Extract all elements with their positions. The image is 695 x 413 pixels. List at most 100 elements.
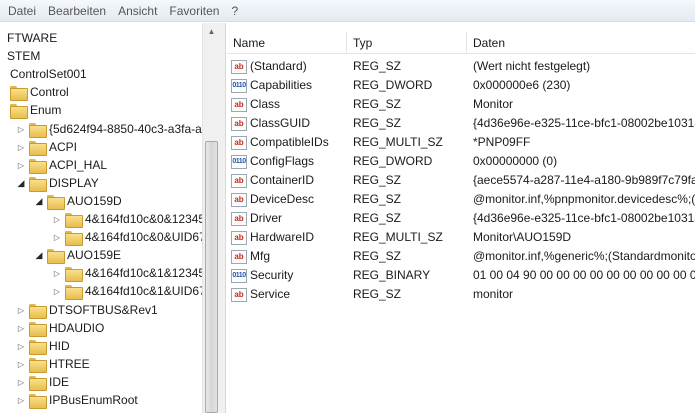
expand-arrow-icon[interactable]: ▷ xyxy=(16,355,26,374)
value-row[interactable]: ab DeviceDesc REG_SZ @monitor.inf,%pnpmonit… xyxy=(227,190,695,209)
expand-arrow-icon[interactable]: ▷ xyxy=(16,337,26,356)
menu-item[interactable]: ? xyxy=(225,1,244,21)
value-row[interactable]: 0110 ConfigFlags REG_DWORD 0x00000000 (0) xyxy=(227,152,695,171)
tree-item-label: 4&164fd10c&0&UID67 xyxy=(85,230,202,245)
folder-icon xyxy=(47,194,65,210)
tree-item[interactable]: ◢ DISPLAY xyxy=(16,174,99,193)
scroll-up-arrow-icon[interactable]: ▲ xyxy=(203,23,220,40)
tree-item[interactable]: ▷ HDAUDIO xyxy=(16,319,104,338)
tree-item[interactable]: ControlSet001 xyxy=(10,65,87,84)
pane-splitter[interactable] xyxy=(219,23,226,413)
value-name-cell: ab Driver xyxy=(227,209,347,228)
value-type: REG_DWORD xyxy=(353,78,433,92)
value-type: REG_SZ xyxy=(353,249,402,263)
tree-item[interactable]: ◢ AUO159D xyxy=(34,192,122,211)
menu-item[interactable]: Datei xyxy=(0,1,42,21)
string-value-icon: ab xyxy=(231,116,247,131)
collapse-arrow-icon[interactable]: ◢ xyxy=(34,192,44,211)
binary-value-icon: 0110 xyxy=(231,268,247,283)
list-header: Name Typ Daten xyxy=(227,32,695,54)
expand-arrow-icon[interactable]: ▷ xyxy=(16,373,26,392)
tree-item-label: HTREE xyxy=(49,356,90,371)
expand-arrow-icon[interactable]: ▷ xyxy=(16,391,26,410)
value-row[interactable]: ab Mfg REG_SZ @monitor.inf,%generic%;(Stand… xyxy=(227,247,695,266)
tree-item-label: 4&164fd10c&1&12345 xyxy=(85,266,202,281)
value-name: ContainerID xyxy=(250,173,315,187)
scrollbar-thumb[interactable] xyxy=(205,141,218,413)
string-value-icon: ab xyxy=(231,135,247,150)
expand-arrow-icon[interactable]: ▷ xyxy=(52,228,62,247)
tree-item[interactable]: ▷ HID xyxy=(16,337,70,356)
value-type: REG_SZ xyxy=(353,116,402,130)
value-name: Capabilities xyxy=(250,78,313,92)
folder-icon xyxy=(29,394,47,409)
value-row[interactable]: ab Driver REG_SZ {4d36e96e-e325-11ce-bfc1-0… xyxy=(227,209,695,228)
tree-item[interactable]: ▷ 4&164fd10c&0&12345 xyxy=(52,210,202,229)
tree-item[interactable]: Control xyxy=(10,83,69,102)
tree-item[interactable]: ▷ ACPI_HAL xyxy=(16,156,107,175)
tree-item[interactable]: ▷ HTREE xyxy=(16,355,90,374)
tree-item-label: HDAUDIO xyxy=(49,320,105,335)
expand-arrow-icon[interactable]: ▷ xyxy=(16,319,26,338)
tree-item[interactable]: ▷ 4&164fd10c&1&12345 xyxy=(52,264,202,283)
value-row[interactable]: 0110 Capabilities REG_DWORD 0x000000e6 (230… xyxy=(227,76,695,95)
value-name-cell: ab ClassGUID xyxy=(227,114,347,133)
binary-value-icon: 0110 xyxy=(231,154,247,169)
expand-arrow-icon[interactable]: ▷ xyxy=(52,282,62,301)
tree-item[interactable]: FTWARE xyxy=(7,29,57,48)
tree-item[interactable]: ▷ DTSOFTBUS&Rev1 xyxy=(16,301,158,320)
value-row[interactable]: ab (Standard) REG_SZ (Wert nicht festgelegt… xyxy=(227,57,695,76)
string-value-icon: ab xyxy=(231,173,247,188)
folder-icon xyxy=(29,303,47,319)
tree-item[interactable]: Enum xyxy=(10,101,61,120)
tree-item[interactable]: ◢ AUO159E xyxy=(34,246,121,265)
tree-item[interactable]: STEM xyxy=(7,47,40,66)
value-row[interactable]: ab Class REG_SZ Monitor xyxy=(227,95,695,114)
string-value-icon: ab xyxy=(231,230,247,245)
tree-item[interactable]: ▷ ACPI xyxy=(16,138,77,157)
column-header-name[interactable]: Name xyxy=(227,32,347,54)
value-name-cell: ab CompatibleIDs xyxy=(227,133,347,152)
tree-item-label: IDE xyxy=(49,374,70,389)
expand-arrow-icon[interactable]: ▷ xyxy=(52,264,62,283)
tree-item[interactable]: ▷ IDE xyxy=(16,373,69,392)
value-row[interactable]: ab ContainerID REG_SZ {aece5574-a287-11e4-a… xyxy=(227,171,695,190)
tree-item-label: AUO159E xyxy=(67,248,122,263)
tree-item-label: AUO159D xyxy=(67,193,122,208)
menu-item[interactable]: Favoriten xyxy=(163,1,225,21)
collapse-arrow-icon[interactable]: ◢ xyxy=(16,174,26,193)
registry-tree[interactable]: FTWARE STEM ControlSet001 Control Enum ▷ {5d62… xyxy=(0,23,202,413)
value-row[interactable]: ab HardwareID REG_MULTI_SZ Monitor\AUO159D xyxy=(227,228,695,247)
value-row[interactable]: ab ClassGUID REG_SZ {4d36e96e-e325-11ce-bfc… xyxy=(227,114,695,133)
menu-item[interactable]: Bearbeiten xyxy=(42,1,112,21)
folder-icon xyxy=(29,122,47,138)
value-data: Monitor xyxy=(473,97,514,111)
tree-item[interactable]: ▷ 4&164fd10c&0&UID67 xyxy=(52,228,202,247)
column-header-type[interactable]: Typ xyxy=(347,32,467,54)
tree-item-label: HID xyxy=(49,338,70,353)
column-header-data[interactable]: Daten xyxy=(467,32,695,54)
tree-item[interactable]: ▷ 4&164fd10c&1&UID67 xyxy=(52,282,202,301)
value-row[interactable]: ab CompatibleIDs REG_MULTI_SZ *PNP09FF xyxy=(227,133,695,152)
tree-item-label: Control xyxy=(30,85,69,100)
tree-item-label: STEM xyxy=(7,49,41,64)
tree-item-label: 4&164fd10c&1&UID67 xyxy=(85,284,202,299)
value-type: REG_BINARY xyxy=(353,268,431,282)
tree-item[interactable]: ▷ {5d624f94-8850-40c3-a3fa-a4 xyxy=(16,120,202,139)
expand-arrow-icon[interactable]: ▷ xyxy=(16,301,26,320)
expand-arrow-icon[interactable]: ▷ xyxy=(16,156,26,175)
value-data: @monitor.inf,%pnpmonitor.devicedesc%;( xyxy=(473,192,695,206)
value-row[interactable]: ab Service REG_SZ monitor xyxy=(227,285,695,304)
value-row[interactable]: 0110 Security REG_BINARY 01 00 04 90 00 00 … xyxy=(227,266,695,285)
tree-item[interactable]: ▷ IPBusEnumRoot xyxy=(16,391,138,410)
expand-arrow-icon[interactable]: ▷ xyxy=(16,120,26,139)
tree-vertical-scrollbar[interactable]: ▲ xyxy=(202,23,219,413)
expand-arrow-icon[interactable]: ▷ xyxy=(52,210,62,229)
tree-item-label: 4&164fd10c&0&12345 xyxy=(85,212,202,226)
expand-arrow-icon[interactable]: ▷ xyxy=(16,138,26,157)
menu-item[interactable]: Ansicht xyxy=(112,1,163,21)
value-type: REG_MULTI_SZ xyxy=(353,230,443,244)
value-data: Monitor\AUO159D xyxy=(473,230,572,244)
collapse-arrow-icon[interactable]: ◢ xyxy=(34,246,44,265)
value-data: 01 00 04 90 00 00 00 00 00 00 00 00 00 0… xyxy=(473,268,695,282)
